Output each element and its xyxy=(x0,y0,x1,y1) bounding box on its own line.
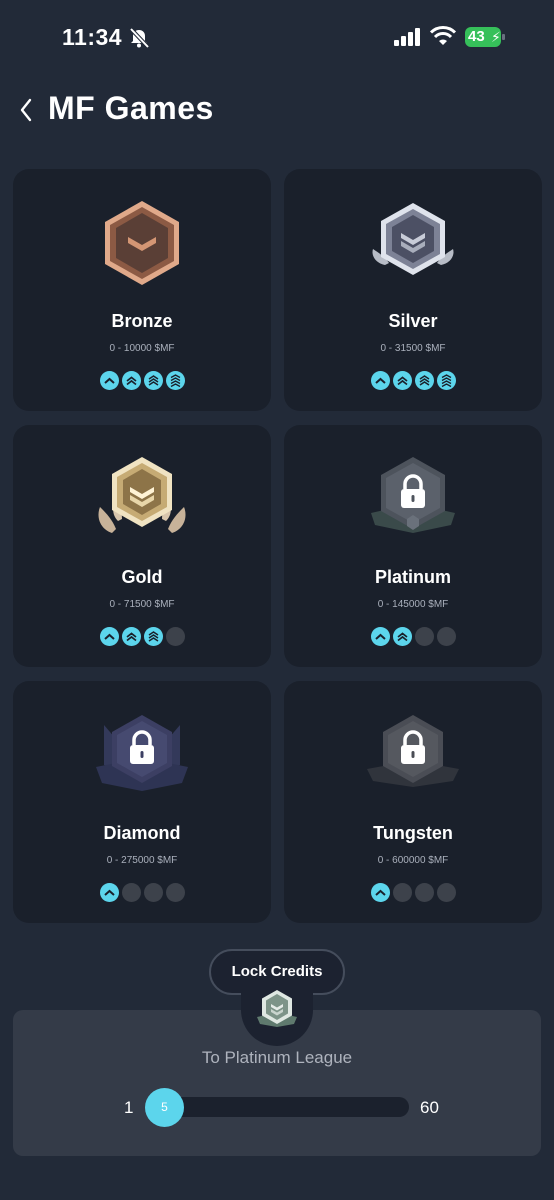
tungsten-badge-locked-icon xyxy=(367,715,459,787)
platinum-mini-badge-icon xyxy=(257,990,297,1027)
tier-4-icon xyxy=(436,883,456,902)
tier-4-icon xyxy=(165,883,185,902)
gold-badge-icon xyxy=(98,457,186,533)
slider-min-label: 1 xyxy=(124,1098,134,1117)
league-card-tungsten[interactable]: Tungsten 0 - 600000 $MF xyxy=(284,681,542,923)
league-name: Platinum xyxy=(374,567,451,587)
league-name: Silver xyxy=(388,311,438,331)
tier-1-icon xyxy=(99,883,119,902)
league-range: 0 - 275000 $MF xyxy=(106,855,178,866)
tier-indicators xyxy=(284,371,542,390)
page-title: MF Games xyxy=(48,90,214,126)
target-league-label: To Platinum League xyxy=(201,1048,353,1067)
status-time: 11:34 xyxy=(62,24,123,50)
league-range: 0 - 31500 $MF xyxy=(380,343,446,354)
league-name: Gold xyxy=(121,567,163,587)
tier-2-icon xyxy=(392,883,412,902)
league-name: Tungsten xyxy=(373,823,453,843)
slider-max-label: 60 xyxy=(420,1098,439,1117)
tier-1-icon xyxy=(370,883,390,902)
tier-indicators xyxy=(13,371,271,390)
league-range: 0 - 600000 $MF xyxy=(377,855,449,866)
tier-4-icon xyxy=(165,627,185,646)
tier-indicators xyxy=(284,883,542,902)
tier-2-icon xyxy=(121,371,141,390)
tier-3-icon xyxy=(414,627,434,646)
tier-3-icon xyxy=(143,627,163,646)
diamond-badge-locked-icon xyxy=(96,715,188,791)
league-card-gold[interactable]: Gold 0 - 71500 $MF xyxy=(13,425,271,667)
tier-3-icon xyxy=(414,883,434,902)
bell-slash-icon xyxy=(129,27,150,49)
tier-indicators xyxy=(284,627,542,646)
silver-badge-icon xyxy=(372,203,454,275)
league-card-platinum[interactable]: Platinum 0 - 145000 $MF xyxy=(284,425,542,667)
credits-slider-track[interactable] xyxy=(156,1097,409,1117)
header: MF Games xyxy=(0,88,554,132)
league-card-diamond[interactable]: Diamond 0 - 275000 $MF xyxy=(13,681,271,923)
tier-2-icon xyxy=(121,883,141,902)
battery-charging-icon: 43 ⚡ xyxy=(465,27,505,47)
tier-3-icon xyxy=(414,371,434,390)
credits-slider-knob[interactable]: 5 xyxy=(145,1088,184,1127)
tier-2-icon xyxy=(121,627,141,646)
league-name: Bronze xyxy=(111,311,173,331)
tier-2-icon xyxy=(392,371,412,390)
tier-1-icon xyxy=(99,371,119,390)
platinum-badge-locked-icon xyxy=(371,457,455,533)
tier-3-icon xyxy=(143,883,163,902)
wifi-icon xyxy=(430,26,456,45)
battery-level: 43 xyxy=(468,28,485,45)
tier-4-icon xyxy=(436,627,456,646)
tier-2-icon xyxy=(392,627,412,646)
tier-4-icon xyxy=(436,371,456,390)
tier-1-icon xyxy=(370,627,390,646)
signal-icon xyxy=(394,28,420,46)
league-name: Diamond xyxy=(103,823,181,843)
status-bar: 11:34 43 ⚡ xyxy=(0,0,554,76)
league-card-bronze[interactable]: Bronze 0 - 10000 $MF xyxy=(13,169,271,411)
bronze-badge-icon xyxy=(105,201,179,285)
tier-indicators xyxy=(13,883,271,902)
tier-1-icon xyxy=(99,627,119,646)
tier-3-icon xyxy=(143,371,163,390)
chevron-left-icon[interactable] xyxy=(16,96,36,124)
league-range: 0 - 71500 $MF xyxy=(109,599,175,610)
league-range: 0 - 10000 $MF xyxy=(109,343,175,354)
tier-indicators xyxy=(13,627,271,646)
tier-4-icon xyxy=(165,371,185,390)
tier-1-icon xyxy=(370,371,390,390)
league-range: 0 - 145000 $MF xyxy=(377,599,449,610)
league-card-silver[interactable]: Silver 0 - 31500 $MF xyxy=(284,169,542,411)
